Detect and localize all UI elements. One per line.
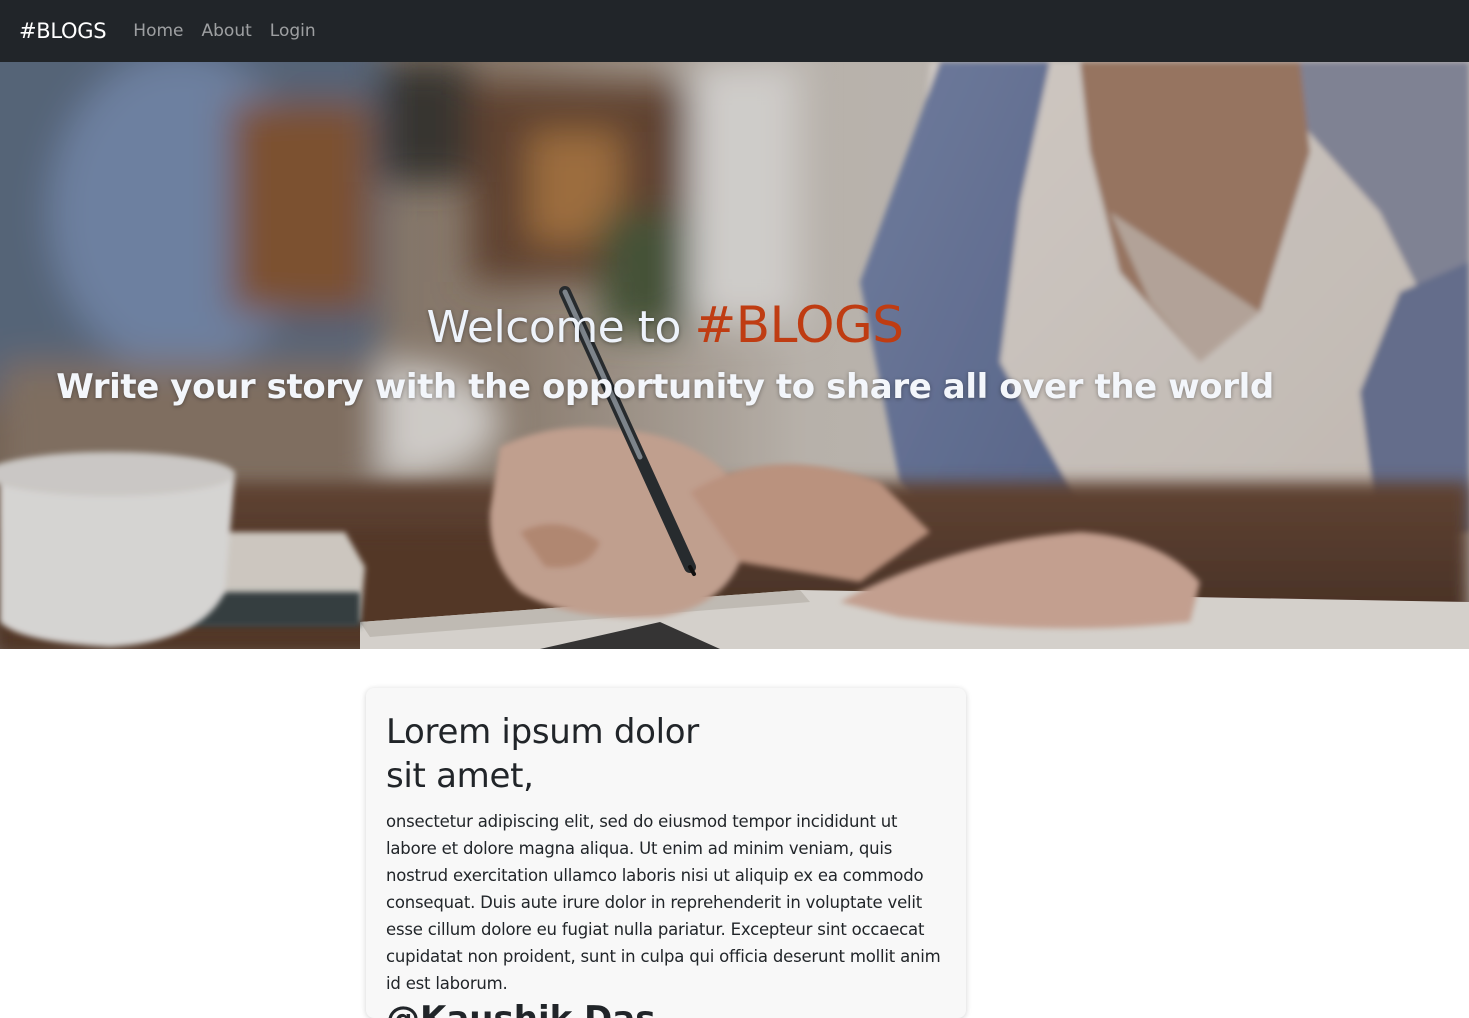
hero-text: Welcome to #BLOGS Write your story with …: [0, 62, 1330, 649]
post-title: Lorem ipsum dolor sit amet,: [386, 712, 699, 796]
navbar: #BLOGS Home About Login: [0, 0, 1469, 62]
hero-title-accent: #BLOGS: [694, 296, 904, 354]
brand-logo[interactable]: #BLOGS: [19, 19, 107, 43]
nav-link-login[interactable]: Login: [270, 21, 316, 41]
hero-title: Welcome to #BLOGS: [0, 296, 1330, 354]
blog-post-card[interactable]: Lorem ipsum dolor sit amet, onsectetur a…: [366, 688, 966, 1018]
hero-subtitle: Write your story with the opportunity to…: [56, 367, 1274, 407]
hero-banner: Welcome to #BLOGS Write your story with …: [0, 62, 1469, 649]
post-body: onsectetur adipiscing elit, sed do eiusm…: [386, 812, 941, 993]
hero-title-prefix: Welcome to: [426, 302, 695, 353]
nav-link-about[interactable]: About: [202, 21, 252, 41]
post-author: @Kaushik Das: [386, 999, 946, 1018]
nav-link-home[interactable]: Home: [133, 21, 183, 41]
